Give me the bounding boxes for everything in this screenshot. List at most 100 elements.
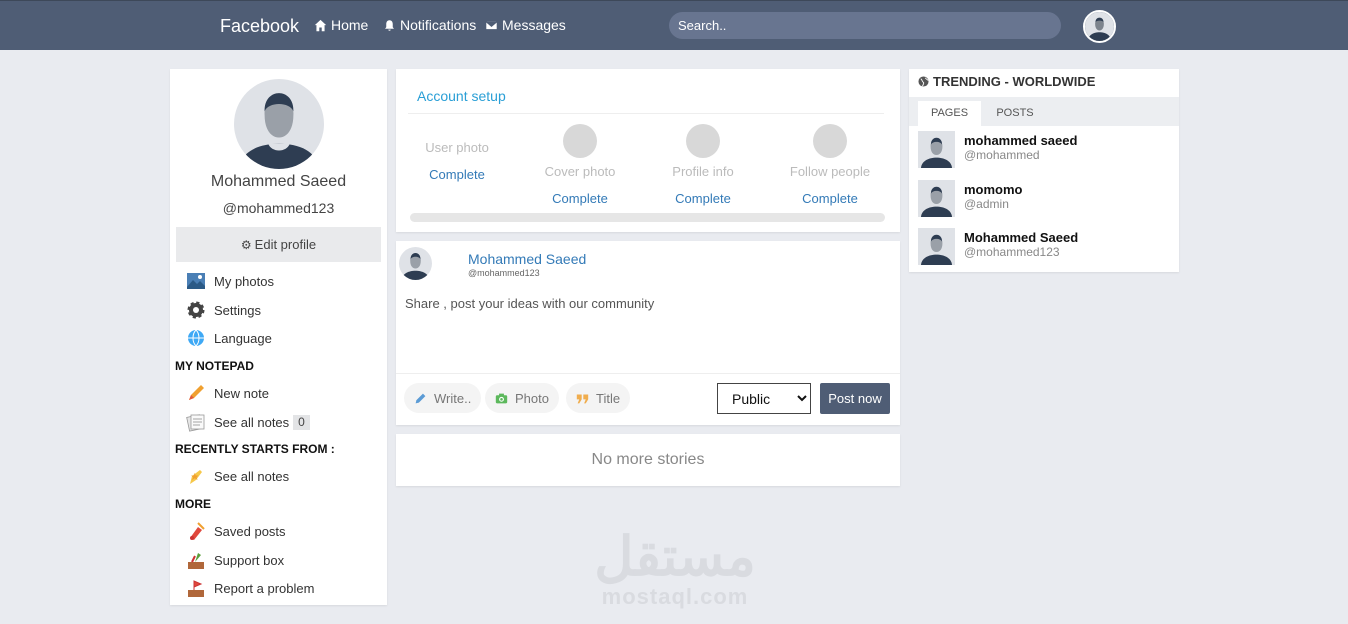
step-status: Complete bbox=[552, 191, 608, 206]
globe-icon bbox=[185, 328, 207, 348]
notes-count-badge: 0 bbox=[293, 414, 310, 430]
notes-icon bbox=[185, 412, 207, 432]
envelope-icon bbox=[485, 20, 498, 30]
tab-posts[interactable]: POSTS bbox=[987, 101, 1043, 126]
photo-label: Photo bbox=[515, 390, 549, 406]
star-note-icon bbox=[185, 466, 207, 486]
trending-name: mohammed saeed bbox=[964, 133, 1078, 148]
trending-title-text: TRENDING - WORLDWIDE bbox=[933, 74, 1096, 89]
gear-icon: ⚙ bbox=[240, 238, 252, 252]
trending-avatar bbox=[918, 180, 955, 217]
menu-language[interactable]: Language bbox=[185, 328, 272, 348]
write-label: Write.. bbox=[434, 390, 472, 406]
notepad-heading: MY NOTEPAD bbox=[175, 359, 254, 373]
edit-profile-label: Edit profile bbox=[254, 237, 317, 252]
edit-profile-button[interactable]: ⚙ Edit profile bbox=[176, 227, 381, 262]
post-now-button[interactable]: Post now bbox=[820, 383, 890, 414]
menu-see-all-notes-label: See all notes bbox=[214, 414, 290, 430]
more-heading: MORE bbox=[175, 497, 211, 511]
watermark: مستقل mostaql.com bbox=[560, 530, 790, 610]
step-profile-info[interactable]: Profile info Complete bbox=[659, 124, 747, 206]
post-composer: Mohammed Saeed @mohammed123 Share , post… bbox=[396, 241, 900, 425]
trending-tabs: PAGES POSTS bbox=[909, 97, 1179, 126]
trending-panel: TRENDING - WORLDWIDE PAGES POSTS mohamme… bbox=[909, 69, 1179, 272]
globe-icon bbox=[918, 76, 929, 87]
feed-empty-message: No more stories bbox=[396, 434, 900, 486]
menu-recent-notes-label: See all notes bbox=[214, 468, 290, 484]
menu-settings[interactable]: Settings bbox=[185, 300, 261, 320]
trending-avatar bbox=[918, 131, 955, 168]
privacy-select[interactable]: Public bbox=[717, 383, 811, 414]
menu-support-box-label: Support box bbox=[214, 552, 285, 568]
menu-see-all-notes[interactable]: See all notes 0 bbox=[185, 412, 310, 432]
search-input[interactable] bbox=[669, 12, 1061, 39]
gear-icon bbox=[185, 300, 207, 320]
menu-report-problem[interactable]: Report a problem bbox=[185, 578, 314, 598]
step-status: Complete bbox=[675, 191, 731, 206]
menu-settings-label: Settings bbox=[214, 302, 261, 318]
post-text-input[interactable]: Share , post your ideas with our communi… bbox=[405, 296, 885, 311]
nav-notifications-label: Notifications bbox=[400, 17, 477, 33]
step-status: Complete bbox=[429, 167, 485, 182]
menu-recent-notes[interactable]: See all notes bbox=[185, 466, 289, 486]
report-icon bbox=[185, 578, 207, 598]
trending-handle: @mohammed bbox=[964, 148, 1040, 162]
setup-progress-bar bbox=[410, 213, 885, 222]
composer-avatar[interactable] bbox=[399, 247, 432, 280]
menu-new-note[interactable]: New note bbox=[185, 383, 269, 403]
trending-name: Mohammed Saeed bbox=[964, 230, 1079, 245]
watermark-arabic: مستقل bbox=[594, 527, 756, 587]
step-follow-people[interactable]: Follow people Complete bbox=[780, 124, 880, 206]
camera-icon bbox=[495, 393, 508, 403]
step-circle bbox=[813, 124, 847, 158]
divider bbox=[408, 113, 884, 114]
nav-home[interactable]: Home bbox=[314, 17, 368, 33]
trending-title: TRENDING - WORLDWIDE bbox=[918, 74, 1095, 89]
menu-support-box[interactable]: Support box bbox=[185, 550, 284, 570]
photo-button[interactable]: Photo bbox=[485, 383, 559, 413]
menu-saved-posts-label: Saved posts bbox=[214, 523, 286, 539]
account-setup-title[interactable]: Account setup bbox=[417, 88, 506, 104]
user-avatar[interactable] bbox=[1083, 10, 1116, 43]
watermark-latin: mostaql.com bbox=[601, 584, 749, 609]
photos-icon bbox=[185, 271, 207, 291]
quote-icon bbox=[576, 393, 589, 403]
trending-name: momomo bbox=[964, 182, 1023, 197]
account-setup-card: Account setup User photo Complete Cover … bbox=[396, 69, 900, 232]
nav-home-label: Home bbox=[331, 17, 369, 33]
composer-author-name[interactable]: Mohammed Saeed bbox=[468, 251, 586, 267]
profile-handle: @mohammed123 bbox=[222, 200, 335, 216]
menu-my-photos[interactable]: My photos bbox=[185, 271, 274, 291]
profile-avatar[interactable] bbox=[234, 79, 324, 169]
step-circle bbox=[686, 124, 720, 158]
bell-icon bbox=[385, 19, 394, 31]
brand-logo[interactable]: Facebook bbox=[220, 16, 299, 37]
step-label: Cover photo bbox=[544, 164, 616, 179]
menu-saved-posts[interactable]: Saved posts bbox=[185, 521, 286, 541]
bookmark-icon bbox=[185, 521, 207, 541]
top-navbar: Facebook Home Notifications Messages bbox=[0, 0, 1348, 50]
tab-pages[interactable]: PAGES bbox=[918, 101, 981, 126]
pencil-icon bbox=[185, 383, 207, 403]
menu-new-note-label: New note bbox=[214, 385, 269, 401]
step-status: Complete bbox=[802, 191, 858, 206]
profile-name: Mohammed Saeed bbox=[210, 173, 347, 190]
step-label: Profile info bbox=[672, 164, 734, 179]
nav-messages[interactable]: Messages bbox=[485, 17, 566, 33]
step-label: Follow people bbox=[789, 164, 871, 179]
step-user-photo[interactable]: User photo Complete bbox=[418, 140, 496, 182]
trending-item[interactable]: Mohammed Saeed @mohammed123 bbox=[918, 228, 1078, 265]
menu-report-problem-label: Report a problem bbox=[214, 580, 315, 596]
support-icon bbox=[185, 550, 207, 570]
divider bbox=[396, 373, 900, 374]
step-cover-photo[interactable]: Cover photo Complete bbox=[536, 124, 624, 206]
trending-item[interactable]: mohammed saeed @mohammed bbox=[918, 131, 1077, 168]
menu-language-label: Language bbox=[214, 330, 272, 346]
nav-notifications[interactable]: Notifications bbox=[383, 17, 476, 33]
trending-handle: @mohammed123 bbox=[964, 245, 1060, 259]
title-button[interactable]: Title bbox=[566, 383, 631, 413]
nav-messages-label: Messages bbox=[502, 17, 566, 33]
write-button[interactable]: Write.. bbox=[404, 383, 482, 413]
trending-item[interactable]: momomo @admin bbox=[918, 180, 1023, 217]
step-label: User photo bbox=[425, 140, 489, 155]
